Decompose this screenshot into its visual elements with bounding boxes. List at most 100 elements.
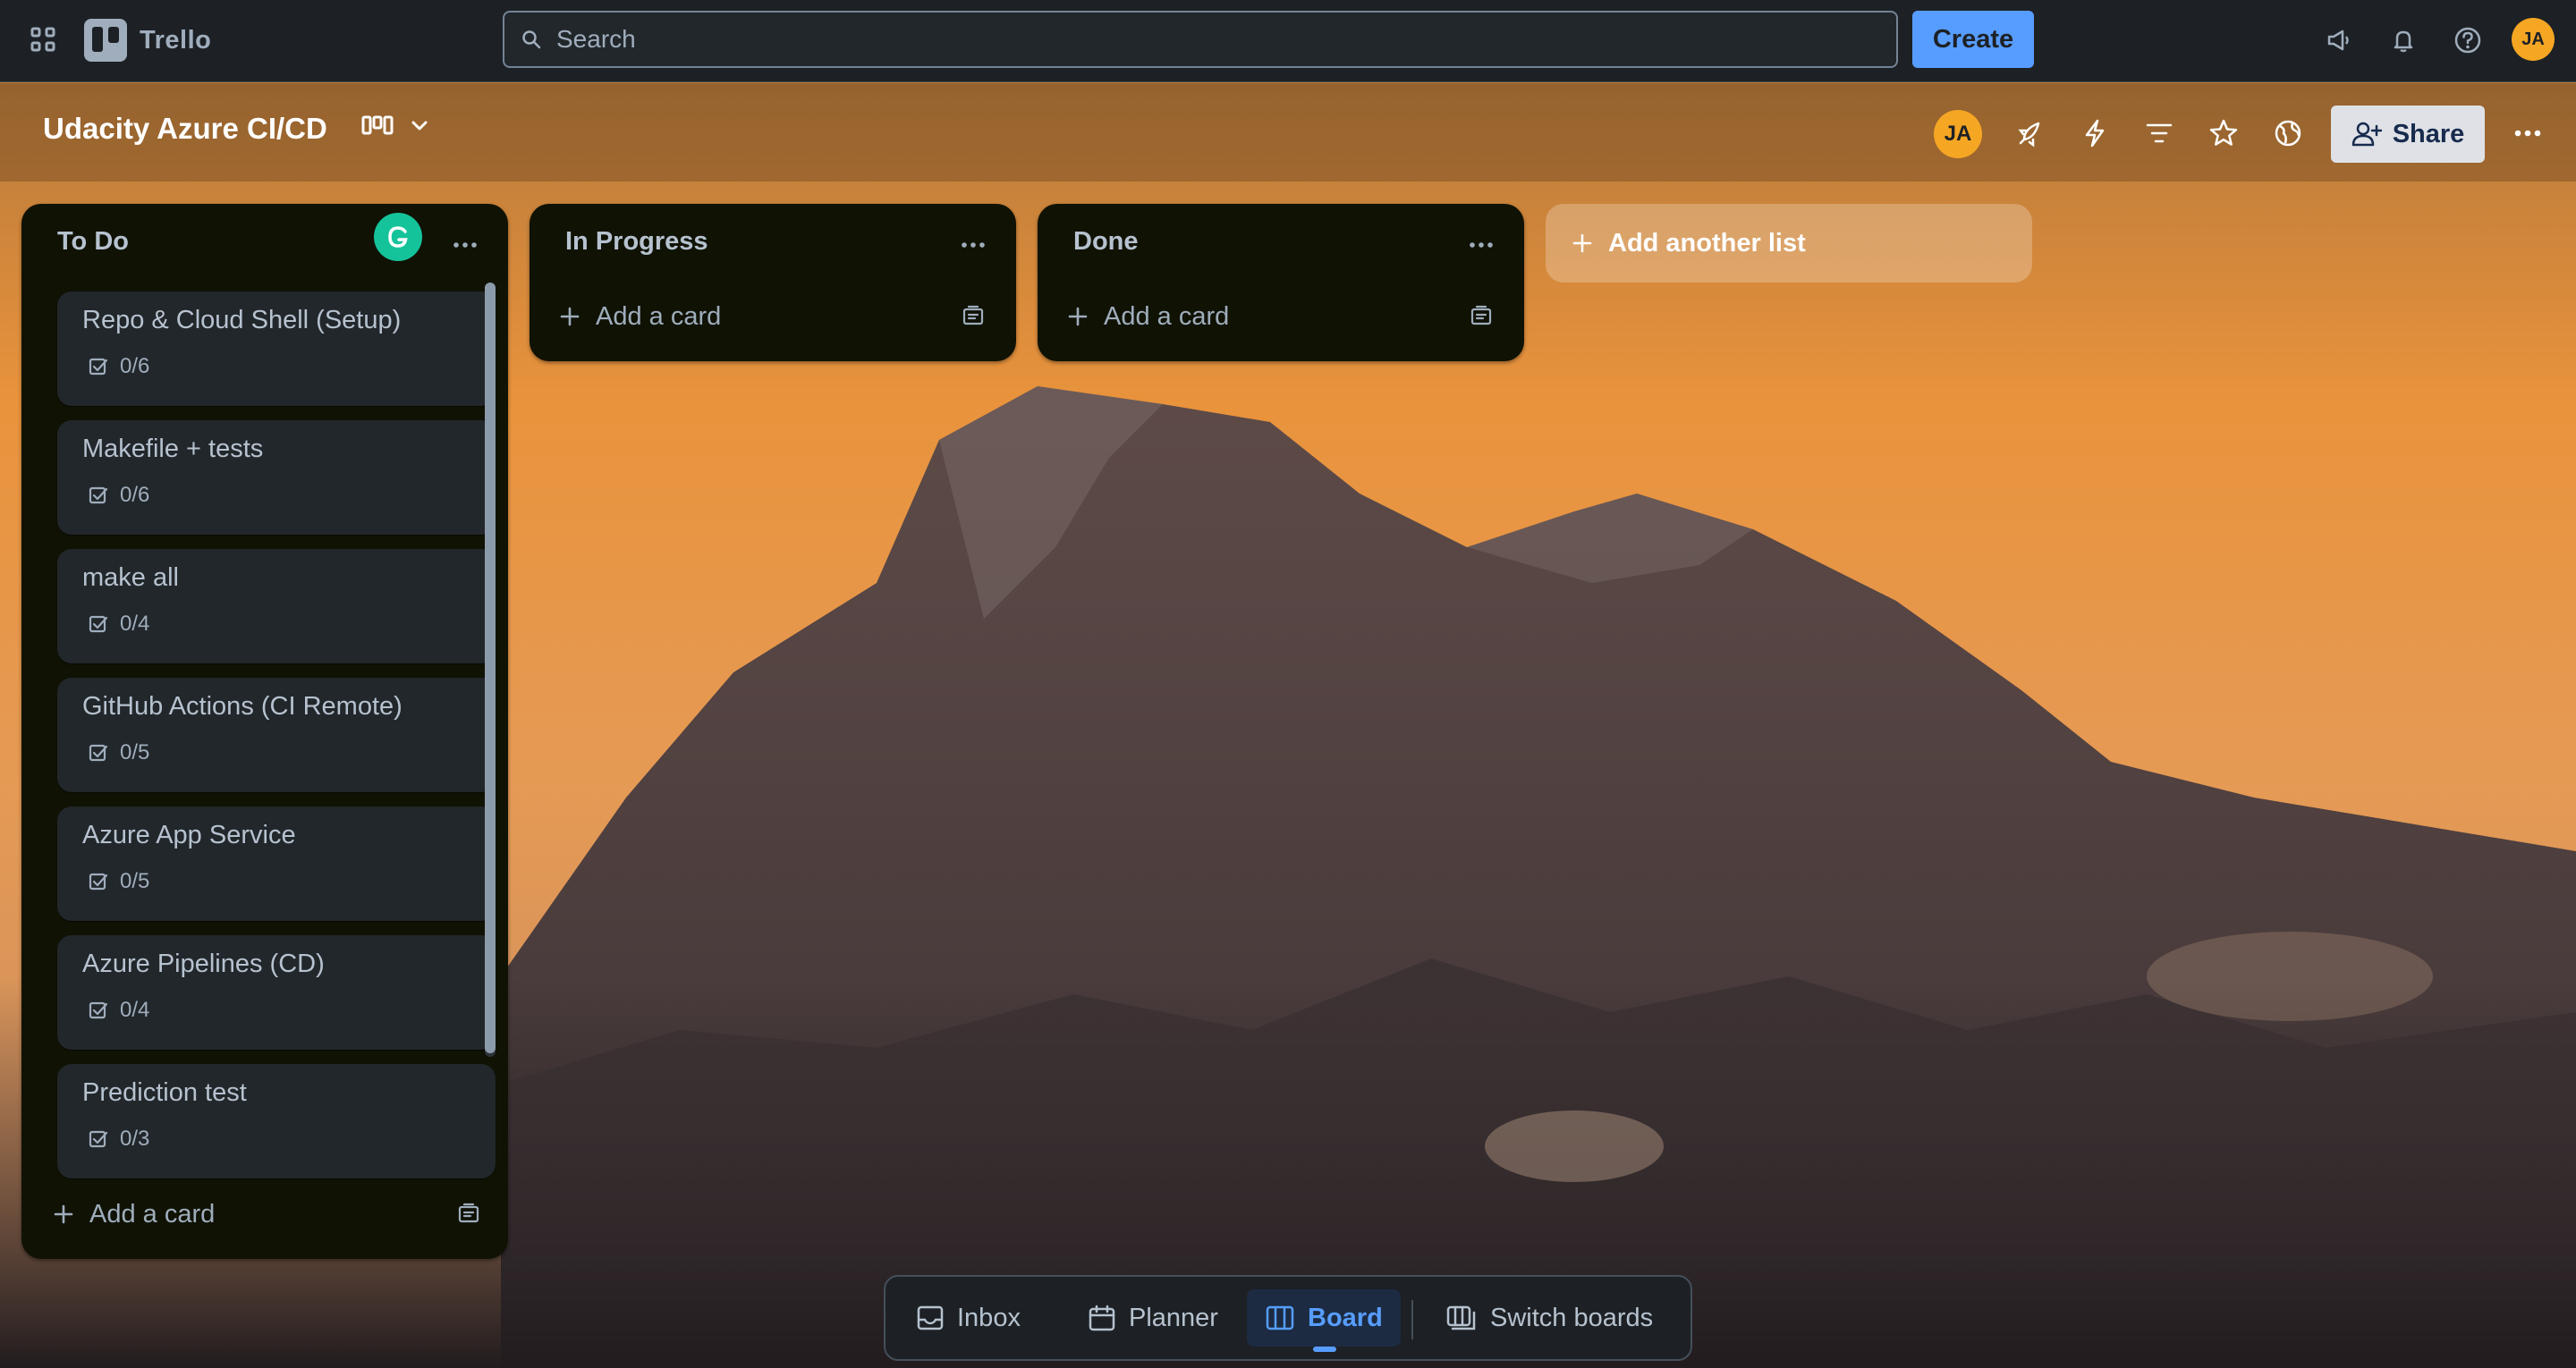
board-menu-button[interactable] — [2506, 112, 2549, 155]
list-title[interactable]: In Progress — [565, 227, 708, 257]
list-actions-button[interactable] — [952, 224, 995, 266]
list-actions-button[interactable] — [444, 224, 487, 266]
template-icon — [458, 1203, 479, 1223]
create-from-template-button[interactable] — [955, 299, 991, 334]
checklist-badge: 0/3 — [88, 1127, 149, 1152]
template-icon — [1470, 305, 1492, 325]
add-another-list-button[interactable]: Add another list — [1546, 204, 2032, 283]
card[interactable]: Repo & Cloud Shell (Setup) 0/6 — [57, 291, 496, 406]
star-board-button[interactable] — [2202, 112, 2245, 155]
announcements-button[interactable] — [2318, 20, 2360, 61]
list-actions-button[interactable] — [1460, 224, 1503, 266]
calendar-icon — [1089, 1305, 1115, 1331]
trello-logo[interactable]: Trello — [84, 18, 211, 63]
add-member-icon — [2351, 122, 2382, 147]
rocket-icon — [2018, 122, 2040, 148]
search-input[interactable] — [555, 24, 1882, 55]
checklist-count: 0/4 — [120, 998, 150, 1022]
card[interactable]: GitHub Actions (CI Remote) 0/5 — [57, 678, 496, 792]
add-list-label: Add another list — [1608, 228, 1806, 258]
help-button[interactable] — [2447, 20, 2488, 61]
card-title: make all — [82, 563, 179, 592]
app-switcher-button[interactable] — [25, 21, 63, 59]
board-title[interactable]: Udacity Azure CI/CD — [43, 112, 327, 146]
plus-icon — [54, 1204, 73, 1224]
grammarly-icon — [388, 226, 408, 248]
checklist-count: 0/6 — [120, 354, 150, 378]
star-icon — [2209, 119, 2238, 146]
card[interactable]: Azure App Service 0/5 — [57, 806, 496, 921]
board-view-icon — [361, 115, 394, 135]
checklist-badge: 0/5 — [88, 740, 149, 765]
add-card-label: Add a card — [89, 1199, 216, 1229]
megaphone-icon — [2327, 30, 2349, 51]
add-card-button[interactable]: Add a card — [558, 291, 721, 342]
checklist-badge: 0/4 — [88, 612, 149, 637]
power-ups-button[interactable] — [2009, 112, 2052, 155]
card-title: Repo & Cloud Shell (Setup) — [82, 306, 402, 334]
visibility-button[interactable] — [2267, 112, 2309, 155]
checklist-badge: 0/6 — [88, 483, 149, 508]
plus-icon — [1572, 233, 1592, 253]
add-card-button[interactable]: Add a card — [1066, 291, 1229, 342]
search-box[interactable] — [503, 11, 1898, 68]
trello-logo-icon — [84, 19, 127, 62]
scrollbar-thumb[interactable] — [485, 283, 496, 1053]
checklist-badge: 0/6 — [88, 354, 149, 379]
user-avatar[interactable]: JA — [2512, 18, 2555, 61]
checklist-icon — [89, 1130, 108, 1148]
create-button[interactable]: Create — [1912, 11, 2034, 68]
create-from-template-button[interactable] — [451, 1196, 487, 1232]
add-card-label: Add a card — [1104, 301, 1230, 331]
bell-icon — [2394, 30, 2413, 53]
checklist-count: 0/4 — [120, 612, 150, 636]
filter-icon — [2146, 123, 2173, 143]
top-navigation-bar: Trello Create JA — [0, 0, 2576, 82]
checklist-icon — [89, 615, 108, 633]
nav-board[interactable]: Board — [1247, 1289, 1401, 1347]
nav-label: Inbox — [957, 1303, 1021, 1332]
list-title[interactable]: To Do — [57, 227, 129, 257]
card[interactable]: make all 0/4 — [57, 549, 496, 663]
nav-divider — [1411, 1300, 1413, 1339]
checklist-badge: 0/4 — [88, 998, 149, 1023]
share-button[interactable]: Share — [2331, 106, 2485, 163]
grammarly-widget[interactable] — [374, 213, 422, 261]
more-icon — [962, 242, 985, 248]
checklist-icon — [89, 1001, 108, 1019]
active-tab-indicator — [1313, 1347, 1336, 1352]
nav-label: Switch boards — [1490, 1303, 1654, 1332]
card-title: Azure Pipelines (CD) — [82, 950, 325, 978]
plus-icon — [1068, 307, 1088, 326]
filter-button[interactable] — [2138, 112, 2181, 155]
board-header: Udacity Azure CI/CD JA Share — [0, 83, 2576, 182]
nav-label: Board — [1308, 1303, 1383, 1332]
card[interactable]: Prediction test 0/3 — [57, 1064, 496, 1178]
board-member-avatar[interactable]: JA — [1934, 110, 1982, 158]
plus-icon — [560, 307, 580, 326]
globe-icon — [2275, 120, 2301, 147]
add-card-button[interactable]: Add a card — [52, 1189, 215, 1239]
inbox-icon — [917, 1305, 944, 1330]
app-name: Trello — [140, 25, 212, 55]
board-icon — [1266, 1305, 1294, 1330]
card[interactable]: Makefile + tests 0/6 — [57, 420, 496, 535]
lightning-icon — [2085, 119, 2105, 148]
checklist-icon — [89, 358, 108, 376]
automation-button[interactable] — [2073, 112, 2116, 155]
create-from-template-button[interactable] — [1463, 299, 1499, 334]
list-title[interactable]: Done — [1073, 227, 1139, 257]
checklist-count: 0/5 — [120, 740, 150, 764]
nav-planner[interactable]: Planner — [1070, 1289, 1236, 1347]
checklist-icon — [89, 744, 108, 762]
notifications-button[interactable] — [2383, 20, 2424, 61]
nav-switch-boards[interactable]: Switch boards — [1428, 1289, 1671, 1347]
list-done: Done Add a card — [1038, 204, 1524, 361]
card-title: GitHub Actions (CI Remote) — [82, 692, 402, 721]
share-label: Share — [2392, 119, 2465, 148]
board-view-switcher[interactable] — [361, 114, 431, 139]
nav-inbox[interactable]: Inbox — [898, 1289, 1038, 1347]
list-scrollbar[interactable] — [485, 283, 496, 1057]
card[interactable]: Azure Pipelines (CD) 0/4 — [57, 935, 496, 1050]
card-title: Makefile + tests — [82, 435, 264, 463]
